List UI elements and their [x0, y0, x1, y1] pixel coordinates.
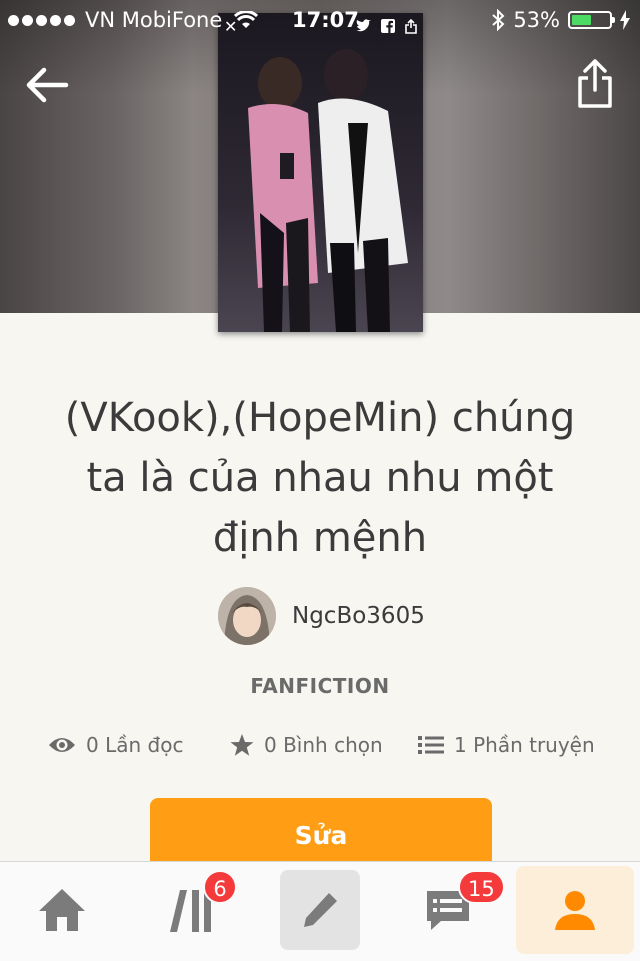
share-icon	[578, 59, 612, 108]
avatar[interactable]	[218, 587, 276, 645]
tab-home[interactable]	[22, 870, 102, 950]
bottom-tab-bar: 6 15	[0, 861, 640, 961]
votes-stat: 0 Bình chọn	[230, 733, 383, 757]
status-bar: VN MobiFone 17:07 53%	[0, 0, 640, 40]
eye-icon	[49, 738, 75, 752]
reads-stat: 0 Lần đọc	[48, 733, 183, 757]
back-button[interactable]	[22, 60, 72, 110]
cover-artwork	[218, 13, 423, 332]
status-left: VN MobiFone	[8, 8, 259, 32]
list-icon	[418, 736, 444, 754]
clock: 17:07	[292, 8, 359, 32]
author-row[interactable]: NgcBo3605	[218, 587, 425, 645]
battery-icon	[568, 11, 615, 29]
signal-dots-icon	[8, 14, 75, 26]
share-button[interactable]	[570, 58, 620, 112]
avatar-image	[218, 587, 276, 645]
tab-write[interactable]	[280, 870, 360, 950]
author-name[interactable]: NgcBo3605	[292, 603, 425, 629]
battery-percent: 53%	[513, 8, 560, 32]
arrow-left-icon	[26, 67, 69, 103]
reads-count: 0 Lần đọc	[86, 733, 184, 757]
story-cover-image[interactable]: ✕	[218, 13, 423, 332]
edit-button-label: Sửa	[294, 821, 348, 850]
pencil-icon	[304, 893, 337, 927]
star-icon	[230, 734, 254, 756]
tab-profile[interactable]	[516, 866, 634, 954]
story-category[interactable]: FANFICTION	[0, 674, 640, 698]
home-icon	[39, 889, 85, 931]
parts-stat[interactable]: 1 Phần truyện	[418, 733, 595, 757]
parts-count: 1 Phần truyện	[454, 733, 595, 757]
votes-count: 0 Bình chọn	[264, 733, 383, 757]
messages-badge: 15	[458, 870, 505, 904]
charging-bolt-icon	[620, 10, 630, 30]
wifi-icon	[234, 11, 259, 28]
bluetooth-icon	[492, 9, 505, 31]
library-badge: 6	[203, 870, 237, 904]
carrier-name: VN MobiFone	[85, 8, 223, 32]
story-title: (VKook),(HopeMin) chúng ta là của nhau n…	[64, 395, 576, 561]
story-stats: 0 Lần đọc 0 Bình chọn 1 Phần truyện	[0, 733, 640, 767]
tab-library[interactable]: 6	[151, 870, 237, 950]
tab-messages[interactable]: 15	[408, 870, 505, 950]
status-right: 53%	[491, 8, 630, 32]
person-icon	[555, 891, 595, 930]
